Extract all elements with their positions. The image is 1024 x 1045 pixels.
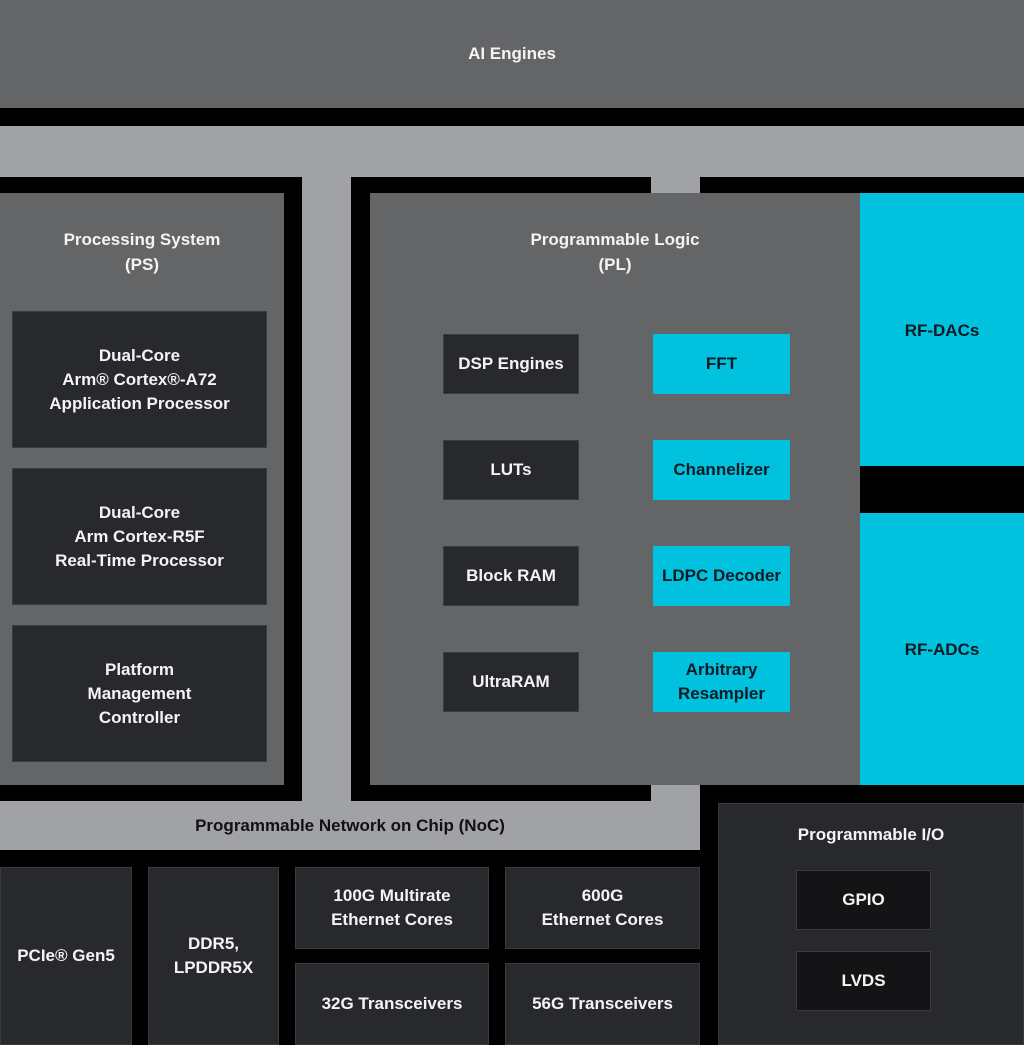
gpio-label: GPIO xyxy=(842,890,885,909)
rf-divider xyxy=(860,466,1024,513)
pl-block-ldpc-decoder[interactable]: LDPC Decoder xyxy=(653,546,790,606)
pl-block-dsp-engines-label: DSP Engines xyxy=(458,354,564,373)
pl-block-arbitrary-resampler-label: Arbitrary Resampler xyxy=(678,660,765,703)
pl-block-ultraram[interactable]: UltraRAM xyxy=(443,652,579,712)
ps-block-pmc-label: Platform Management Controller xyxy=(87,659,192,727)
ps-block-a72-label: Dual-Core Arm® Cortex®-A72 Application P… xyxy=(49,345,230,413)
noc-vertical-pl-rf-top xyxy=(651,126,700,193)
lvds-label: LVDS xyxy=(841,971,886,990)
xcvr56-block[interactable]: 56G Transceivers xyxy=(505,963,700,1045)
pl-block-fft[interactable]: FFT xyxy=(653,334,790,394)
eth600-label: 600G Ethernet Cores xyxy=(541,886,664,929)
xcvr32-block[interactable]: 32G Transceivers xyxy=(295,963,489,1045)
rf-adcs-block[interactable]: RF-ADCs xyxy=(860,513,1024,785)
pl-block-channelizer-label: Channelizer xyxy=(673,460,770,479)
pl-title: Programmable Logic (PL) xyxy=(530,230,700,274)
ps-block-r5f[interactable]: Dual-Core Arm Cortex-R5F Real-Time Proce… xyxy=(12,468,267,605)
rf-border-top xyxy=(700,177,1024,193)
noc-vertical-ps-pl xyxy=(302,126,351,801)
pl-block-ultraram-label: UltraRAM xyxy=(472,672,550,691)
pcie-gen5-label: PCIe® Gen5 xyxy=(17,946,115,965)
pl-block-block-ram-label: Block RAM xyxy=(466,566,556,585)
ps-block-pmc[interactable]: Platform Management Controller xyxy=(12,625,267,762)
xcvr32-label: 32G Transceivers xyxy=(321,994,463,1013)
ddr-label: DDR5, LPDDR5X xyxy=(173,934,254,977)
pl-block-fft-label: FFT xyxy=(705,354,738,373)
lvds-block[interactable]: LVDS xyxy=(796,951,931,1011)
ps-title: Processing System (PS) xyxy=(63,230,221,274)
xcvr56-label: 56G Transceivers xyxy=(532,994,673,1013)
pl-block-dsp-engines[interactable]: DSP Engines xyxy=(443,334,579,394)
pl-block-luts-label: LUTs xyxy=(490,460,532,479)
noc-label: Programmable Network on Chip (NoC) xyxy=(195,815,505,835)
rf-adcs-label: RF-ADCs xyxy=(904,640,980,659)
gpio-block[interactable]: GPIO xyxy=(796,870,931,930)
rf-dacs-block[interactable]: RF-DACs xyxy=(860,193,1024,466)
pl-block-arbitrary-resampler[interactable]: Arbitrary Resampler xyxy=(653,652,790,712)
noc-bar[interactable]: Programmable Network on Chip (NoC) xyxy=(0,801,700,850)
rf-dacs-label: RF-DACs xyxy=(904,321,980,340)
pl-block-ldpc-decoder-label: LDPC Decoder xyxy=(661,566,782,585)
ai-engines-block[interactable]: AI Engines xyxy=(0,0,1024,108)
ps-block-a72[interactable]: Dual-Core Arm® Cortex®-A72 Application P… xyxy=(12,311,267,448)
eth600-block[interactable]: 600G Ethernet Cores xyxy=(505,867,700,949)
noc-vertical-pl-rf-bottom xyxy=(651,785,700,801)
eth100-block[interactable]: 100G Multirate Ethernet Cores xyxy=(295,867,489,949)
noc-top-band xyxy=(0,126,1024,177)
pl-block-channelizer[interactable]: Channelizer xyxy=(653,440,790,500)
ps-block-r5f-label: Dual-Core Arm Cortex-R5F Real-Time Proce… xyxy=(55,502,224,570)
programmable-io-title: Programmable I/O xyxy=(797,825,945,844)
ddr-block[interactable]: DDR5, LPDDR5X xyxy=(148,867,279,1045)
ai-engines-label: AI Engines xyxy=(468,44,556,63)
pl-block-block-ram[interactable]: Block RAM xyxy=(443,546,579,606)
pcie-gen5-block[interactable]: PCIe® Gen5 xyxy=(0,867,132,1045)
eth100-label: 100G Multirate Ethernet Cores xyxy=(331,886,453,929)
pl-block-luts[interactable]: LUTs xyxy=(443,440,579,500)
